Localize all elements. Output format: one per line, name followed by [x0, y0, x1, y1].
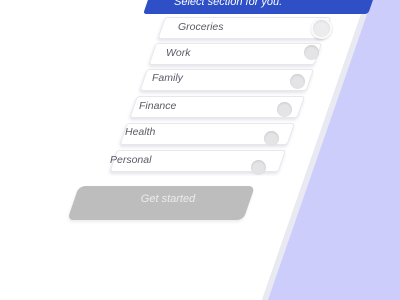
section-label-finance: Finance [139, 100, 177, 112]
radio-personal[interactable] [251, 160, 266, 175]
radio-groceries[interactable] [311, 18, 332, 39]
section-label-health: Health [125, 126, 156, 138]
phone-mockup: Select section for you. Groceries Work F… [0, 0, 400, 300]
section-label-groceries: Groceries [178, 21, 224, 33]
section-label-family: Family [152, 72, 183, 84]
radio-family[interactable] [290, 74, 305, 89]
radio-health[interactable] [264, 131, 279, 146]
header-prompt: Select section for you. [174, 0, 283, 8]
section-label-personal: Personal [110, 154, 152, 166]
get-started-label: Get started [140, 193, 196, 205]
section-label-work: Work [166, 47, 191, 59]
screen-background: Select section for you. Groceries Work F… [0, 0, 400, 300]
radio-finance[interactable] [277, 102, 292, 117]
radio-work[interactable] [304, 45, 319, 60]
